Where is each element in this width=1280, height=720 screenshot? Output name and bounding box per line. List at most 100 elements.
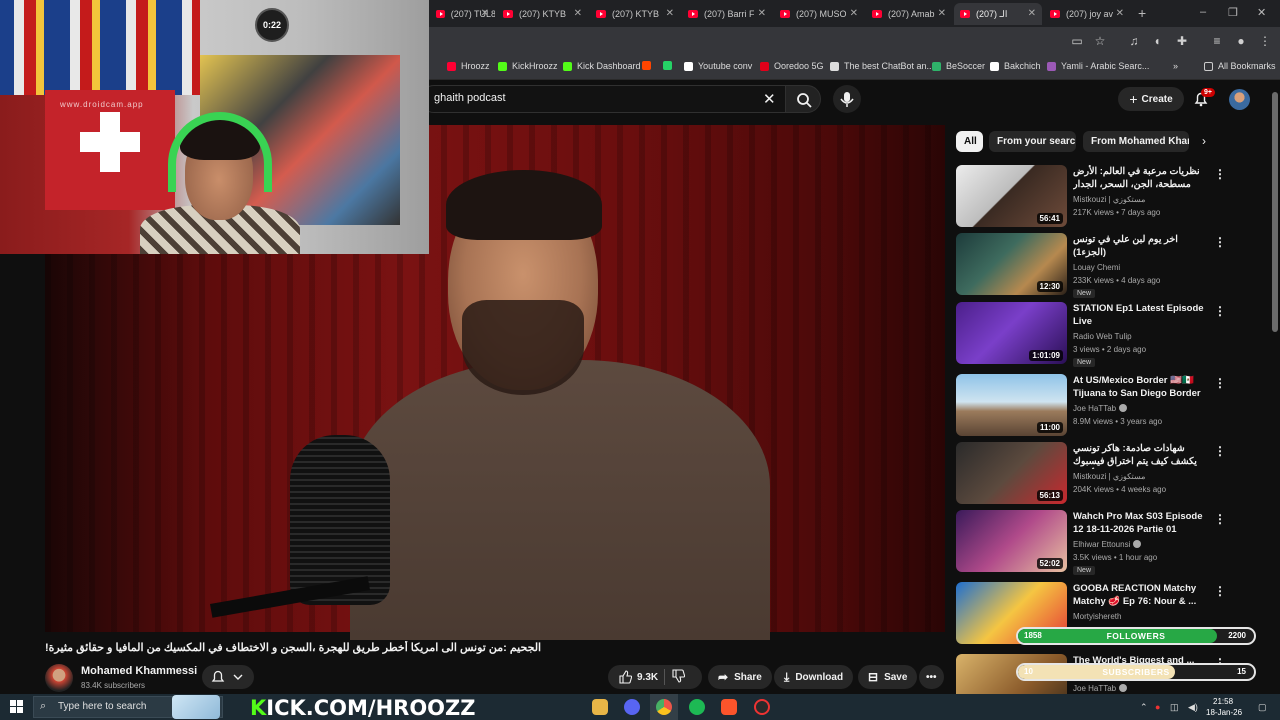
taskbar-clock-time[interactable]: 21:58	[1213, 697, 1233, 706]
recommended-video-title[interactable]: At US/Mexico Border 🇺🇸🇲🇽 Tijuana to San …	[1073, 374, 1211, 401]
recommended-video-title[interactable]: GOOBA REACTION Matchy Matchy 🥩 Ep 76: No…	[1073, 582, 1211, 608]
minimize-icon[interactable]: –	[1200, 6, 1206, 18]
start-button[interactable]	[10, 700, 24, 714]
close-tab-icon[interactable]: ✕	[481, 8, 489, 19]
voice-search-button[interactable]	[833, 85, 861, 113]
reading-list-icon[interactable]: ≡	[1210, 34, 1224, 48]
video-options-icon[interactable]: ⋮	[1214, 584, 1226, 598]
video-thumbnail[interactable]: 12:30	[956, 233, 1067, 295]
browser-menu-icon[interactable]: ⋮	[1258, 34, 1272, 48]
obs-icon[interactable]	[754, 699, 770, 715]
filter-chip[interactable]: All	[956, 131, 983, 152]
bookmark-item[interactable]: Ooredoo 5G	[760, 61, 824, 71]
recommended-video-title[interactable]: نظريات مرعبة في العالم: الأرض مسطحة، الج…	[1073, 165, 1211, 192]
bookmarks-overflow-button[interactable]: »	[1173, 61, 1178, 71]
recommended-channel[interactable]: Elhiwar Ettounsi	[1073, 540, 1142, 549]
recommended-channel[interactable]: Mistkouzi | مستكوزي	[1073, 195, 1145, 204]
brave-icon[interactable]	[721, 699, 737, 715]
close-tab-icon[interactable]: ✕	[1116, 8, 1124, 19]
browser-tab[interactable]: (207) الـ ✕	[954, 3, 1042, 25]
chevron-right-icon[interactable]: ›	[1202, 134, 1206, 148]
dislike-button[interactable]	[671, 668, 686, 686]
new-tab-button[interactable]: +	[1138, 5, 1146, 21]
recommended-video[interactable]: 52:02 Wahch Pro Max S03 Episode 12 18-11-…	[956, 510, 1256, 575]
taskbar-clock-date[interactable]: 18-Jan-26	[1206, 708, 1242, 717]
bookmark-item[interactable]	[663, 61, 677, 70]
all-bookmarks-button[interactable]: All Bookmarks	[1204, 61, 1276, 71]
extension-music-icon[interactable]: ♫	[1127, 34, 1141, 48]
close-tab-icon[interactable]: ✕	[758, 8, 766, 19]
browser-tab[interactable]: (207) Amab ✕	[866, 3, 952, 25]
extension-audio-icon[interactable]: ◖	[1150, 34, 1164, 48]
bookmark-item[interactable]: Bakchich	[990, 61, 1041, 71]
recommended-video[interactable]: 1:01:09 STATION Ep1 Latest Episode Live Ra…	[956, 302, 1256, 367]
taskbar-search-placeholder[interactable]: Type here to search	[58, 701, 146, 712]
bookmark-item[interactable]: Yamli - Arabic Searc...	[1047, 61, 1149, 71]
browser-tab[interactable]: (207) KTYB ✕	[590, 3, 680, 25]
browser-tab[interactable]: (207) MUSO ✕	[774, 3, 864, 25]
video-options-icon[interactable]: ⋮	[1214, 304, 1226, 318]
video-thumbnail[interactable]: 1:01:09	[956, 302, 1067, 364]
recommended-channel[interactable]: Joe HaTTab	[1073, 404, 1128, 413]
cast-icon[interactable]: ▭	[1070, 34, 1084, 48]
browser-tab[interactable]: (207) Barri F ✕	[682, 3, 772, 25]
restore-icon[interactable]: ❐	[1228, 6, 1238, 19]
filter-chip[interactable]: From your search	[989, 131, 1076, 152]
video-options-icon[interactable]: ⋮	[1214, 376, 1226, 390]
video-options-icon[interactable]: ⋮	[1214, 512, 1226, 526]
download-button[interactable]: ⤓ Download	[774, 665, 854, 689]
close-tab-icon[interactable]: ✕	[574, 8, 582, 19]
close-tab-icon[interactable]: ✕	[938, 8, 946, 19]
recommended-video-title[interactable]: STATION Ep1 Latest Episode Live	[1073, 302, 1211, 328]
recommended-video[interactable]: 12:30 اخر يوم لبن علي في تونس (الجزء1) Lou…	[956, 233, 1256, 298]
network-icon[interactable]: ◫	[1170, 702, 1179, 713]
recommended-video[interactable]: 11:00 At US/Mexico Border 🇺🇸🇲🇽 Tijuana to…	[956, 374, 1256, 438]
tray-overflow-icon[interactable]: ⌃	[1140, 702, 1148, 713]
tray-app-icon[interactable]: ●	[1155, 702, 1160, 712]
browser-tab[interactable]: (207) TUL8T✕	[430, 3, 495, 25]
more-actions-button[interactable]: •••	[919, 665, 944, 689]
recommended-channel[interactable]: Joe HaTTab	[1073, 684, 1128, 693]
video-thumbnail[interactable]: 52:02	[956, 510, 1067, 572]
bookmark-item[interactable]	[642, 61, 656, 70]
recommended-channel[interactable]: Radio Web Tulip	[1073, 332, 1132, 341]
bookmark-star-icon[interactable]: ☆	[1093, 34, 1107, 48]
bookmark-item[interactable]: KickHroozz	[498, 61, 558, 71]
recommended-video[interactable]: 56:13 شهادات صادمة: هاكر تونسي يكشف كيف ي…	[956, 442, 1256, 506]
recommended-channel[interactable]: Louay Chemi	[1073, 263, 1120, 272]
recommended-video-title[interactable]: شهادات صادمة: هاكر تونسي يكشف كيف يتم اخ…	[1073, 442, 1211, 469]
share-button[interactable]: ➦ Share	[708, 665, 772, 689]
notification-center-icon[interactable]: ▢	[1258, 702, 1267, 713]
video-options-icon[interactable]: ⋮	[1214, 235, 1226, 249]
save-button[interactable]: ⊟ Save	[858, 665, 918, 689]
recommended-video[interactable]: 56:41 نظريات مرعبة في العالم: الأرض مسطحة…	[956, 165, 1256, 229]
bookmark-item[interactable]: BeSoccer	[932, 61, 985, 71]
video-thumbnail[interactable]: 56:41	[956, 165, 1067, 227]
video-thumbnail[interactable]: 56:13	[956, 442, 1067, 504]
recommended-video-title[interactable]: اخر يوم لبن علي في تونس (الجزء1)	[1073, 233, 1211, 259]
browser-tab[interactable]: (207) KTYB ✕	[497, 3, 588, 25]
file-explorer-icon[interactable]	[592, 699, 608, 715]
recommended-channel[interactable]: Mortyishereth	[1073, 612, 1121, 621]
channel-name[interactable]: Mohamed Khammessi	[81, 665, 197, 677]
account-avatar[interactable]	[1229, 89, 1250, 110]
search-query-text[interactable]: ghaith podcast	[434, 92, 506, 104]
clear-search-icon[interactable]: ✕	[763, 90, 776, 108]
bookmark-item[interactable]: The best ChatBot an...	[830, 61, 934, 71]
video-options-icon[interactable]: ⋮	[1214, 167, 1226, 181]
browser-tab[interactable]: (207) joy av ✕	[1044, 3, 1130, 25]
create-button[interactable]: + Create	[1118, 87, 1184, 111]
channel-avatar[interactable]	[45, 664, 73, 692]
recommended-channel[interactable]: Mistkouzi | مستكوزي	[1073, 472, 1145, 481]
extensions-icon[interactable]: ✚	[1175, 34, 1189, 48]
video-thumbnail[interactable]: 11:00	[956, 374, 1067, 436]
close-tab-icon[interactable]: ✕	[666, 8, 674, 19]
recommended-video-title[interactable]: Wahch Pro Max S03 Episode 12 18-11-2026 …	[1073, 510, 1211, 536]
subscribed-bell-button[interactable]	[202, 665, 254, 689]
close-window-icon[interactable]: ✕	[1257, 6, 1266, 19]
search-button[interactable]	[785, 85, 821, 113]
bookmark-item[interactable]: Kick Dashboard	[563, 61, 641, 71]
close-tab-icon[interactable]: ✕	[1028, 8, 1036, 19]
bookmark-item[interactable]: Hroozz	[447, 61, 490, 71]
video-options-icon[interactable]: ⋮	[1214, 444, 1226, 458]
